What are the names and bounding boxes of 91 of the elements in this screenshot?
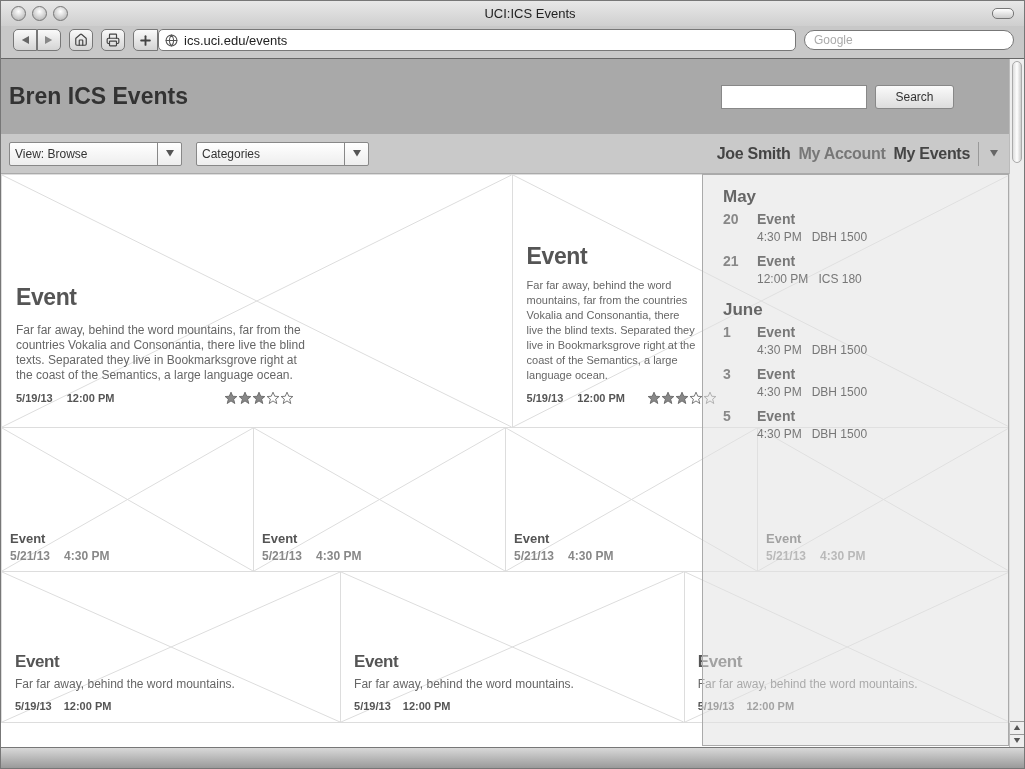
nav-link[interactable]: My Events <box>893 144 970 163</box>
globe-icon <box>165 33 178 47</box>
event-time: 12:00 PM <box>63 700 112 712</box>
star-icon <box>689 391 703 405</box>
event-time: 4:30 PM <box>757 230 802 244</box>
back-button[interactable] <box>13 29 37 51</box>
month-heading: May <box>723 187 758 207</box>
month-heading: June <box>723 300 764 320</box>
scroll-thumb[interactable] <box>1012 61 1022 163</box>
user-name: Joe Smith <box>716 144 791 163</box>
event-time: 12:00 PM <box>402 700 451 712</box>
event-title: Event <box>514 531 550 546</box>
event-time: 12:00 PM <box>577 392 625 404</box>
window-minimize-button[interactable] <box>32 6 47 21</box>
event-description: Far far away, behind the word mountains, far from the countries Vokalia and Consonantia, there live the blind texts. Separated they live in Bookmarksgrove right at the coast of the Semantics, a large language ocean. <box>526 278 697 383</box>
star-icon <box>280 391 295 405</box>
scroll-up-icon <box>1013 724 1021 732</box>
event-title: Event <box>15 652 60 672</box>
event-title: Event <box>10 531 46 546</box>
event-date: 5/21/13 <box>10 549 51 563</box>
event-date: 5/19/13 <box>16 392 53 404</box>
event-location: ICS 180 <box>818 272 862 286</box>
add-bookmark-button[interactable] <box>133 29 158 51</box>
caret-icon <box>989 149 999 158</box>
event-description: Far far away, behind the word mountains, far from the countries Vokalia and Consonantia, there live the blind texts. Separated they live in Bookmarksgrove right at the coast of the Semantics, a large language ocean. <box>16 323 306 383</box>
star-icon <box>238 391 253 405</box>
event-time: 4:30 PM <box>757 427 802 441</box>
event-day: 5 <box>723 408 757 424</box>
event-date: 5/19/13 <box>15 700 52 712</box>
event-description: Far far away, behind the word mountains. <box>15 677 235 692</box>
plus-icon <box>138 32 153 48</box>
menu-event-title[interactable]: Event <box>757 211 988 227</box>
address-field[interactable]: ics.uci.edu/events <box>158 29 796 51</box>
event-title: Event <box>354 652 399 672</box>
site-title: Bren ICS Events <box>9 83 189 110</box>
print-button[interactable] <box>101 29 125 51</box>
scroll-down-icon <box>1013 737 1021 745</box>
event-location: DBH 1500 <box>811 385 868 399</box>
event-day: 3 <box>723 366 757 382</box>
menu-event-title[interactable]: Event <box>757 324 988 340</box>
event-date: 5/19/13 <box>354 700 391 712</box>
event-day: 20 <box>723 211 757 227</box>
event-time: 12:00 PM <box>746 700 795 712</box>
nav-link[interactable]: My Account <box>798 144 886 163</box>
event-time: 4:30 PM <box>64 549 110 563</box>
search-field[interactable] <box>721 84 867 109</box>
event-time: 4:30 PM <box>568 549 614 563</box>
caret-icon <box>351 149 362 158</box>
event-time: 12:00 PM <box>757 272 809 286</box>
event-title: Event <box>526 243 588 270</box>
star-icon <box>661 391 675 405</box>
event-time: 4:30 PM <box>757 385 802 399</box>
event-location: DBH 1500 <box>811 230 868 244</box>
window-close-button[interactable] <box>11 6 26 21</box>
event-day: 21 <box>723 253 757 269</box>
search-button[interactable]: Search <box>875 84 954 109</box>
star-icon <box>252 391 267 405</box>
star-icon <box>703 391 717 405</box>
toolbar-toggle-button[interactable] <box>992 8 1014 19</box>
back-icon <box>20 36 30 44</box>
event-day: 1 <box>723 324 757 340</box>
event-title: Event <box>262 531 298 546</box>
event-title: Event <box>16 284 77 311</box>
browser-search-field[interactable]: Google <box>804 30 1014 50</box>
home-icon <box>74 33 88 47</box>
menu-event-title[interactable]: Event <box>757 408 988 424</box>
star-icon <box>224 391 239 405</box>
event-time: 4:30 PM <box>757 343 802 357</box>
caret-icon <box>164 149 175 158</box>
window-zoom-button[interactable] <box>53 6 68 21</box>
star-icon <box>647 391 661 405</box>
event-date: 5/19/13 <box>526 392 564 404</box>
print-icon <box>106 33 120 47</box>
menu-event-title[interactable]: Event <box>757 253 988 269</box>
forward-icon <box>44 36 54 44</box>
event-date: 5/21/13 <box>514 549 555 563</box>
event-time: 4:30 PM <box>316 549 362 563</box>
window-title: UCI:ICS Events <box>483 6 577 21</box>
menu-event-title[interactable]: Event <box>757 366 988 382</box>
dropdown[interactable]: View: Browse <box>9 141 182 166</box>
forward-button[interactable] <box>37 29 61 51</box>
event-location: DBH 1500 <box>811 427 868 441</box>
event-location: DBH 1500 <box>811 343 868 357</box>
event-title: Event <box>766 531 802 546</box>
event-time: 12:00 PM <box>66 392 115 404</box>
star-icon <box>266 391 281 405</box>
home-button[interactable] <box>69 29 93 51</box>
event-date: 5/21/13 <box>262 549 303 563</box>
star-icon <box>675 391 689 405</box>
dropdown[interactable]: Categories <box>196 141 369 166</box>
event-description: Far far away, behind the word mountains. <box>354 677 574 692</box>
